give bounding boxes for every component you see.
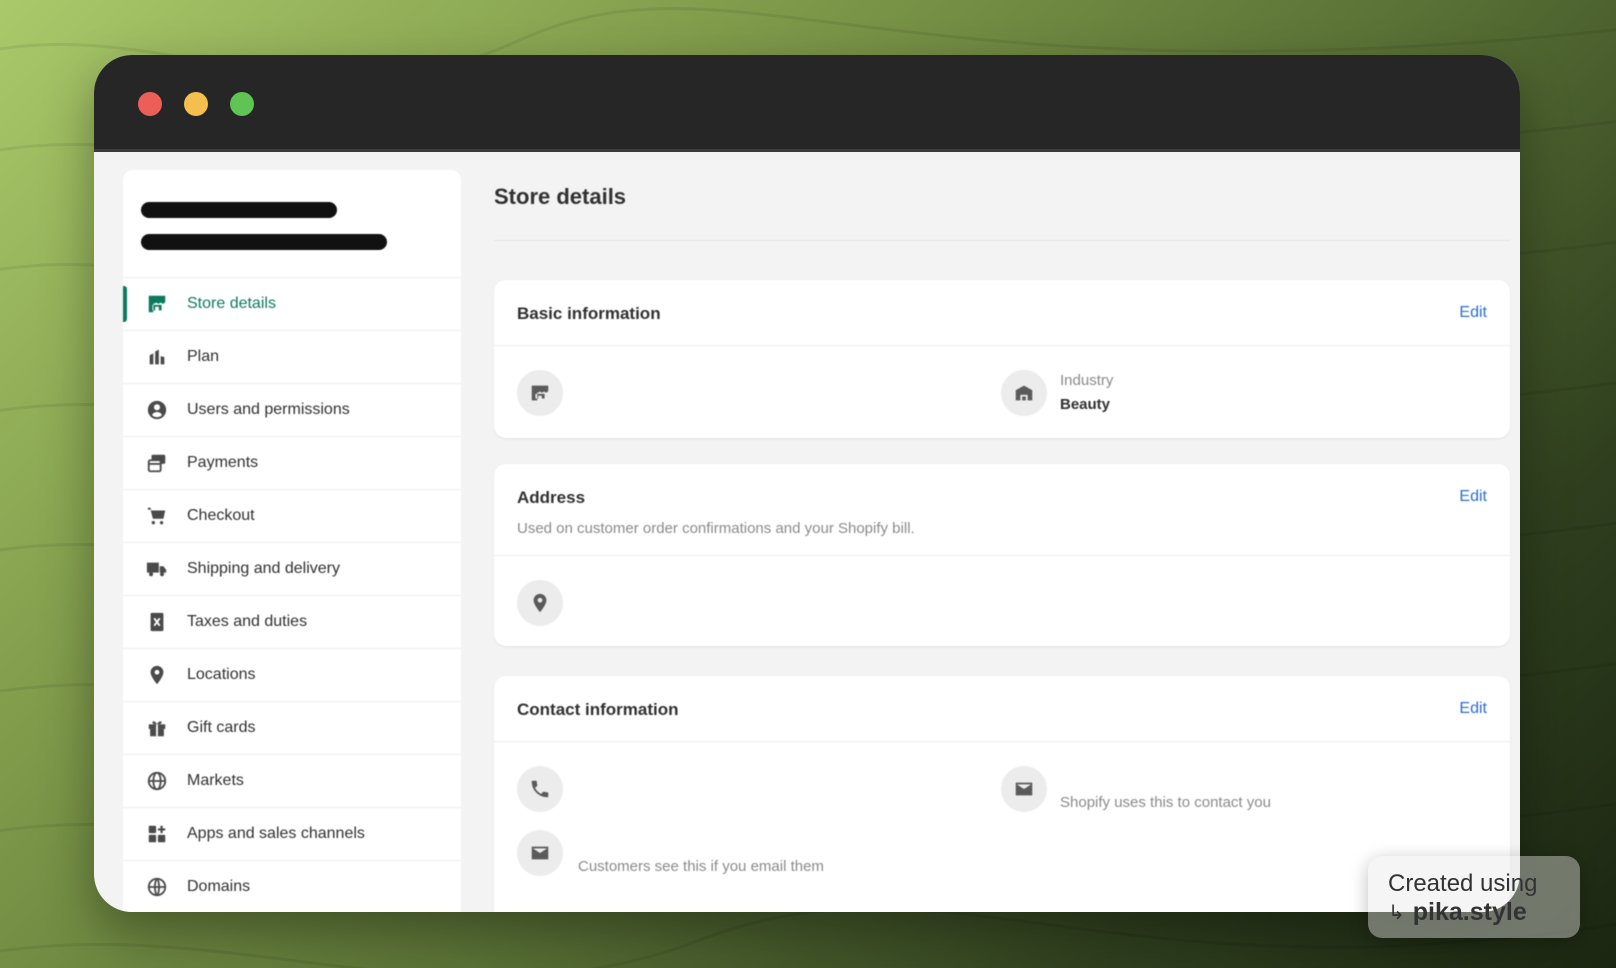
watermark-brand-name: pika.style <box>1412 898 1527 926</box>
sidebar-item-locations[interactable]: Locations <box>123 649 461 702</box>
globe-icon <box>145 769 169 793</box>
sidebar-item-plan[interactable]: Plan <box>123 331 461 384</box>
redacted-store-url <box>141 234 387 250</box>
sidebar-item-checkout[interactable]: Checkout <box>123 490 461 543</box>
sidebar-item-taxes[interactable]: Taxes and duties <box>123 596 461 649</box>
sidebar-item-markets[interactable]: Markets <box>123 755 461 808</box>
payments-icon <box>145 451 169 475</box>
main-panel: Store details Basic information Edit Ind… <box>494 152 1510 912</box>
close-window-button[interactable] <box>138 92 162 116</box>
store-header <box>123 170 461 278</box>
sidebar-item-label: Locations <box>187 666 256 683</box>
watermark-text: Created using <box>1388 870 1538 897</box>
window-titlebar <box>94 55 1520 152</box>
watermark-brand: ↳ pika.style <box>1388 898 1527 927</box>
card-header: Basic information Edit <box>494 280 1510 346</box>
edit-basic-information-link[interactable]: Edit <box>1459 304 1487 322</box>
card-title: Basic information <box>517 304 661 323</box>
sidebar-item-label: Taxes and duties <box>187 613 308 630</box>
card-header: Address Used on customer order confirmat… <box>494 464 1510 556</box>
card-title: Contact information <box>517 700 679 719</box>
domains-icon <box>145 875 169 899</box>
industry-building-icon <box>1001 370 1047 416</box>
apps-icon <box>145 822 169 846</box>
redacted-store-name <box>141 202 337 218</box>
sidebar-item-label: Markets <box>187 772 244 789</box>
page-title: Store details <box>494 184 627 209</box>
contact-information-card: Contact information Edit Shopify uses th… <box>494 676 1510 912</box>
store-icon <box>145 292 169 316</box>
maximize-window-button[interactable] <box>230 92 254 116</box>
mail-icon <box>517 830 563 876</box>
industry-label: Industry <box>1060 372 1114 389</box>
store-icon <box>517 370 563 416</box>
user-icon <box>145 398 169 422</box>
cart-icon <box>145 504 169 528</box>
settings-sidebar: Store details Plan Users and permissions… <box>123 170 461 912</box>
sidebar-item-label: Users and permissions <box>187 401 350 418</box>
sender-email-hint: Customers see this if you email them <box>578 858 824 875</box>
address-card: Address Used on customer order confirmat… <box>494 464 1510 646</box>
sidebar-item-label: Checkout <box>187 507 255 524</box>
app-window: Store details Plan Users and permissions… <box>94 55 1520 912</box>
sidebar-item-payments[interactable]: Payments <box>123 437 461 490</box>
plan-icon <box>145 345 169 369</box>
location-icon <box>145 663 169 687</box>
sidebar-item-label: Store details <box>187 295 276 312</box>
phone-icon <box>517 766 563 812</box>
industry-value: Beauty <box>1060 396 1111 413</box>
minimize-window-button[interactable] <box>184 92 208 116</box>
sidebar-item-apps[interactable]: Apps and sales channels <box>123 808 461 861</box>
taxes-icon <box>145 610 169 634</box>
store-email-hint: Shopify uses this to contact you <box>1060 794 1271 811</box>
card-title: Address <box>517 488 586 507</box>
sidebar-item-store-details[interactable]: Store details <box>123 278 461 331</box>
basic-information-card: Basic information Edit Industry Beauty <box>494 280 1510 438</box>
edit-contact-information-link[interactable]: Edit <box>1459 700 1487 718</box>
arrow-return-icon: ↳ <box>1388 902 1405 924</box>
location-pin-icon <box>517 580 563 626</box>
truck-icon <box>145 557 169 581</box>
card-subtitle: Used on customer order confirmations and… <box>517 520 915 537</box>
edit-address-link[interactable]: Edit <box>1459 488 1487 506</box>
card-header: Contact information Edit <box>494 676 1510 742</box>
mail-icon <box>1001 766 1047 812</box>
sidebar-item-label: Plan <box>187 348 220 365</box>
sidebar-item-gift-cards[interactable]: Gift cards <box>123 702 461 755</box>
sidebar-item-users[interactable]: Users and permissions <box>123 384 461 437</box>
sidebar-item-domains[interactable]: Domains <box>123 861 461 912</box>
sidebar-item-label: Shipping and delivery <box>187 560 340 577</box>
sidebar-item-label: Gift cards <box>187 719 256 736</box>
sidebar-item-label: Domains <box>187 878 251 895</box>
sidebar-item-label: Apps and sales channels <box>187 825 365 842</box>
watermark-badge: Created using ↳ pika.style <box>1368 856 1580 938</box>
gift-icon <box>145 716 169 740</box>
sidebar-item-shipping[interactable]: Shipping and delivery <box>123 543 461 596</box>
settings-content: Store details Plan Users and permissions… <box>94 152 1520 912</box>
sidebar-item-label: Payments <box>187 454 259 471</box>
title-divider <box>494 240 1510 241</box>
